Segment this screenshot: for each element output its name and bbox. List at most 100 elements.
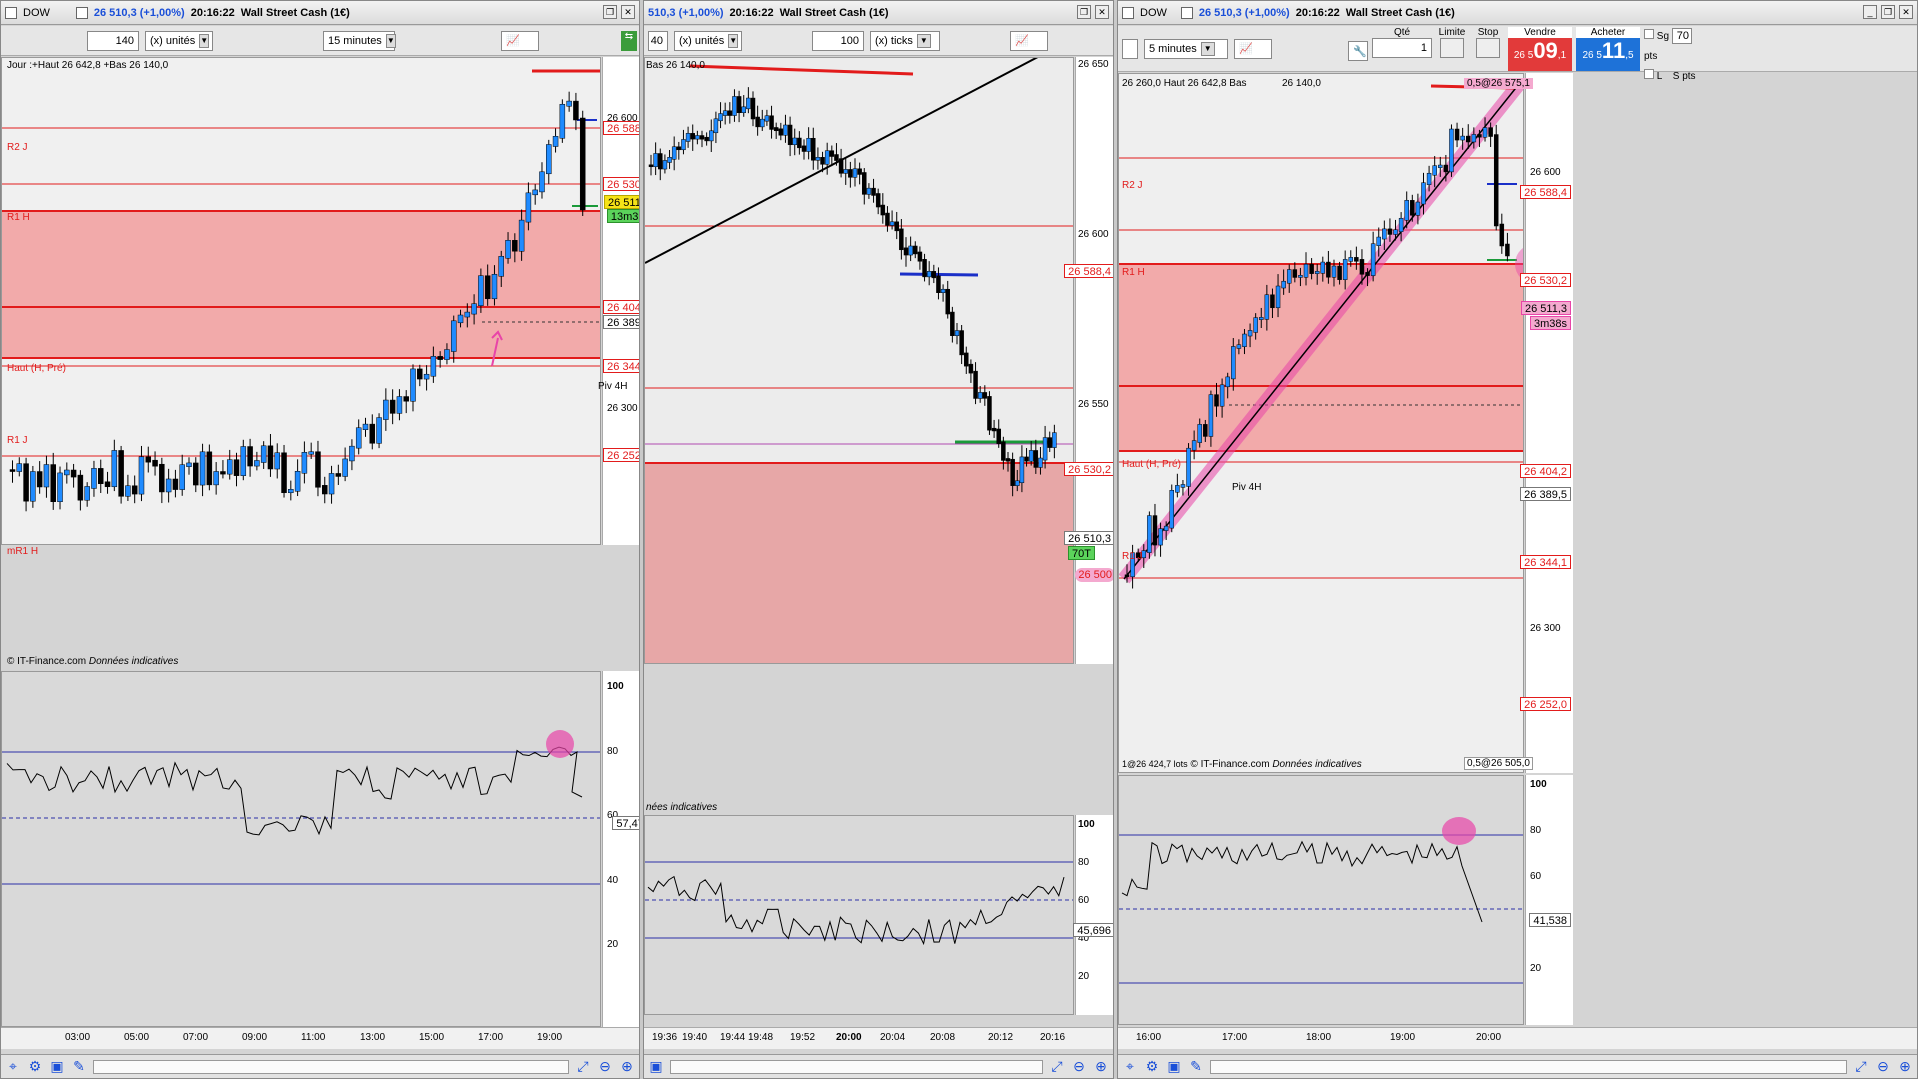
right-indicator-chart[interactable] <box>1118 775 1524 1025</box>
right-title-bar[interactable]: DOW 26 510,3 (+1,00%) 20:16:22 Wall Stre… <box>1118 1 1917 25</box>
left-indicator-chart[interactable] <box>1 671 601 1027</box>
mid-title-bar[interactable]: 510,3 (+1,00%) 20:16:22 Wall Street Cash… <box>644 1 1113 25</box>
price-label: 26 404,2 <box>603 300 639 314</box>
restore-icon[interactable]: ❐ <box>603 5 617 19</box>
candle <box>787 124 793 146</box>
candle <box>783 124 788 136</box>
zoom-in-icon[interactable]: ⊕ <box>1897 1058 1913 1075</box>
window-menu-icon[interactable] <box>1122 6 1134 19</box>
candle <box>834 154 839 161</box>
candle <box>1415 201 1421 216</box>
sell-button[interactable]: Vendre 26 509,1 <box>1508 27 1572 71</box>
candle <box>857 168 862 175</box>
candle <box>1024 456 1029 462</box>
candle <box>349 445 355 462</box>
chevron-down-icon[interactable]: ▼ <box>916 33 931 48</box>
candle <box>43 464 50 488</box>
wrench-icon[interactable]: 🔧 <box>1348 41 1368 61</box>
zoom-out-icon[interactable]: ⊖ <box>597 1058 613 1075</box>
candle <box>922 259 927 278</box>
chevron-down-icon[interactable]: ▼ <box>199 33 210 48</box>
candle <box>741 106 746 114</box>
units-input[interactable]: 40 <box>648 30 668 51</box>
clock: 20:16:22 <box>729 6 774 19</box>
crosshair-icon[interactable]: ⌖ <box>5 1058 21 1075</box>
mid-price-chart[interactable] <box>644 57 1074 664</box>
ticks-value: 100 <box>840 34 859 47</box>
link-icon[interactable]: ⇆ <box>621 30 637 51</box>
axis-tick: 26 600 <box>1530 167 1561 178</box>
limit-box[interactable]: Limite <box>1436 27 1468 58</box>
close-icon[interactable]: ✕ <box>621 5 635 19</box>
panel-toggle[interactable] <box>1122 38 1138 59</box>
minimize-icon[interactable]: _ <box>1863 5 1877 19</box>
quantity-input[interactable]: 1 <box>1372 38 1432 58</box>
drawn-line <box>689 64 914 76</box>
right-price-chart[interactable] <box>1118 73 1524 773</box>
ticks-input[interactable]: 100 <box>812 30 864 51</box>
close-icon[interactable]: ✕ <box>1899 5 1913 19</box>
units-select[interactable]: (x) unités ▼ <box>674 30 742 51</box>
zoom-in-icon[interactable]: ⊕ <box>619 1058 635 1075</box>
screenshot-icon[interactable]: ▣ <box>49 1058 65 1075</box>
settings-icon[interactable]: ⚙ <box>1144 1058 1160 1075</box>
tools-icon[interactable]: ✎ <box>1188 1058 1204 1075</box>
right-bottom-toolbar: ⌖ ⚙ ▣ ✎ ⤢ ⊖ ⊕ <box>1118 1054 1917 1078</box>
chevron-down-icon[interactable]: ▼ <box>1200 41 1215 56</box>
time-scrollbar[interactable] <box>1210 1059 1847 1074</box>
left-price-chart[interactable] <box>1 57 601 545</box>
zoom-fit-icon[interactable]: ⤢ <box>575 1058 591 1075</box>
candle <box>1247 330 1253 337</box>
close-icon[interactable]: ✕ <box>1095 5 1109 19</box>
window-menu-icon[interactable] <box>5 6 17 19</box>
candle <box>764 115 770 122</box>
candle <box>1038 457 1043 468</box>
info-icon[interactable] <box>1180 6 1193 19</box>
candle <box>193 462 199 486</box>
chart-style-button[interactable]: 📈 <box>1010 30 1048 51</box>
chevron-down-icon[interactable]: ▼ <box>728 33 739 48</box>
zoom-out-icon[interactable]: ⊖ <box>1071 1058 1087 1075</box>
time-scrollbar[interactable] <box>93 1059 569 1074</box>
candle <box>1180 484 1186 488</box>
buy-button[interactable]: Acheter 26 511,5 <box>1576 27 1640 71</box>
screenshot-icon[interactable]: ▣ <box>648 1058 664 1075</box>
disclaimer-text: Données indicatives <box>88 656 179 667</box>
units-value: 140 <box>115 34 134 47</box>
period-select[interactable]: 5 minutes ▼ <box>1144 38 1228 59</box>
chart-style-button[interactable]: 📈 <box>501 30 539 51</box>
screenshot-icon[interactable]: ▣ <box>1166 1058 1182 1075</box>
crosshair-icon[interactable]: ⌖ <box>1122 1058 1138 1075</box>
zoom-fit-icon[interactable]: ⤢ <box>1853 1058 1869 1075</box>
candle <box>662 160 668 170</box>
zoom-out-icon[interactable]: ⊖ <box>1875 1058 1891 1075</box>
restore-icon[interactable]: ❐ <box>1077 5 1091 19</box>
candle <box>64 469 70 476</box>
settings-icon[interactable]: ⚙ <box>27 1058 43 1075</box>
pts-input[interactable]: 70 <box>1671 28 1692 44</box>
buy-price-decimal: ,5 <box>1625 50 1634 61</box>
chevron-down-icon[interactable]: ▼ <box>385 33 396 48</box>
candle <box>1203 424 1208 437</box>
units-input[interactable]: 140 <box>87 30 139 51</box>
time-scrollbar[interactable] <box>670 1059 1043 1074</box>
tools-icon[interactable]: ✎ <box>71 1058 87 1075</box>
units-select[interactable]: (x) unités ▼ <box>145 30 213 51</box>
period-select[interactable]: 15 minutes ▼ <box>323 30 396 51</box>
restore-icon[interactable]: ❐ <box>1881 5 1895 19</box>
l-checkbox[interactable] <box>1644 69 1654 79</box>
ticks-label: (x) ticks <box>875 34 913 47</box>
zoom-in-icon[interactable]: ⊕ <box>1093 1058 1109 1075</box>
time-tick: 19:00 <box>1390 1032 1416 1043</box>
mid-indicator-chart[interactable] <box>644 815 1074 1015</box>
ticks-select[interactable]: (x) ticks ▼ <box>870 30 940 51</box>
sg-checkbox[interactable] <box>1644 29 1654 39</box>
left-price-axis: 26 600 26 300 26 588,4 26 530,2 26 511,3… <box>602 57 639 545</box>
chart-style-button[interactable]: 📈 <box>1234 38 1272 59</box>
stop-box[interactable]: Stop <box>1472 27 1504 58</box>
left-title-bar[interactable]: DOW 26 510,3 (+1,00%) 20:16:22 Wall Stre… <box>1 1 639 25</box>
info-icon[interactable] <box>75 6 88 19</box>
candle <box>1208 394 1214 437</box>
zoom-fit-icon[interactable]: ⤢ <box>1049 1058 1065 1075</box>
candle <box>1042 437 1048 461</box>
